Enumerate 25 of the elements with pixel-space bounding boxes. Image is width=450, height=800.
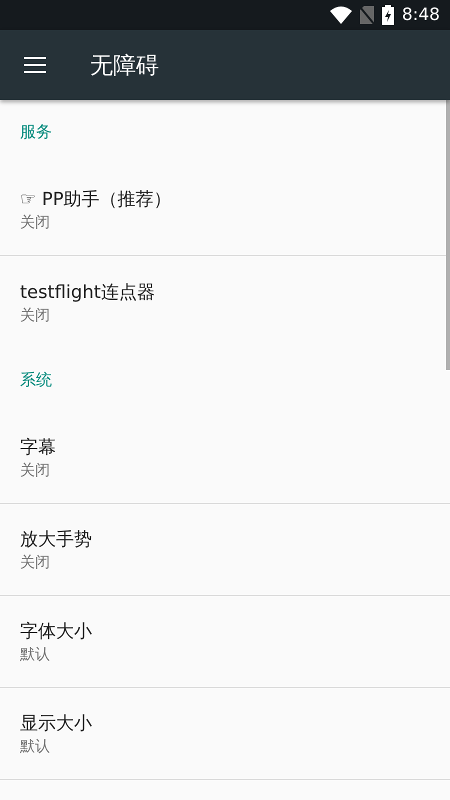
item-summary: 关闭 [20,461,51,480]
item-title: 字体大小 [20,620,93,643]
item-summary: 关闭 [20,553,51,572]
settings-item[interactable]: 显示大小 默认 [0,688,450,780]
item-summary: 关闭 [20,306,51,324]
item-title: 显示大小 [20,712,93,735]
settings-item[interactable]: 放大手势 关闭 [0,504,450,596]
item-summary: 默认 [20,645,51,664]
menu-icon [24,57,46,73]
item-summary: 关闭 [20,213,51,232]
status-time: 8:48 [402,5,440,25]
settings-item[interactable]: 字体大小 默认 [0,596,450,688]
item-title: 字幕 [20,436,57,459]
item-summary: 默认 [20,737,51,756]
wifi-icon [330,6,352,24]
item-title: 放大手势 [20,528,93,551]
section-header: 系统 [20,370,52,390]
no-sim-icon [360,6,374,24]
settings-item[interactable]: 字幕 关闭 [0,412,450,504]
item-title: ☞ PP助手（推荐） [20,188,173,211]
settings-item[interactable]: testflight连点器 关闭 [0,256,450,348]
battery-charging-icon [382,5,394,25]
screen-title: 无障碍 [90,52,159,80]
section-header: 服务 [20,122,52,142]
item-title: testflight连点器 [20,280,156,304]
